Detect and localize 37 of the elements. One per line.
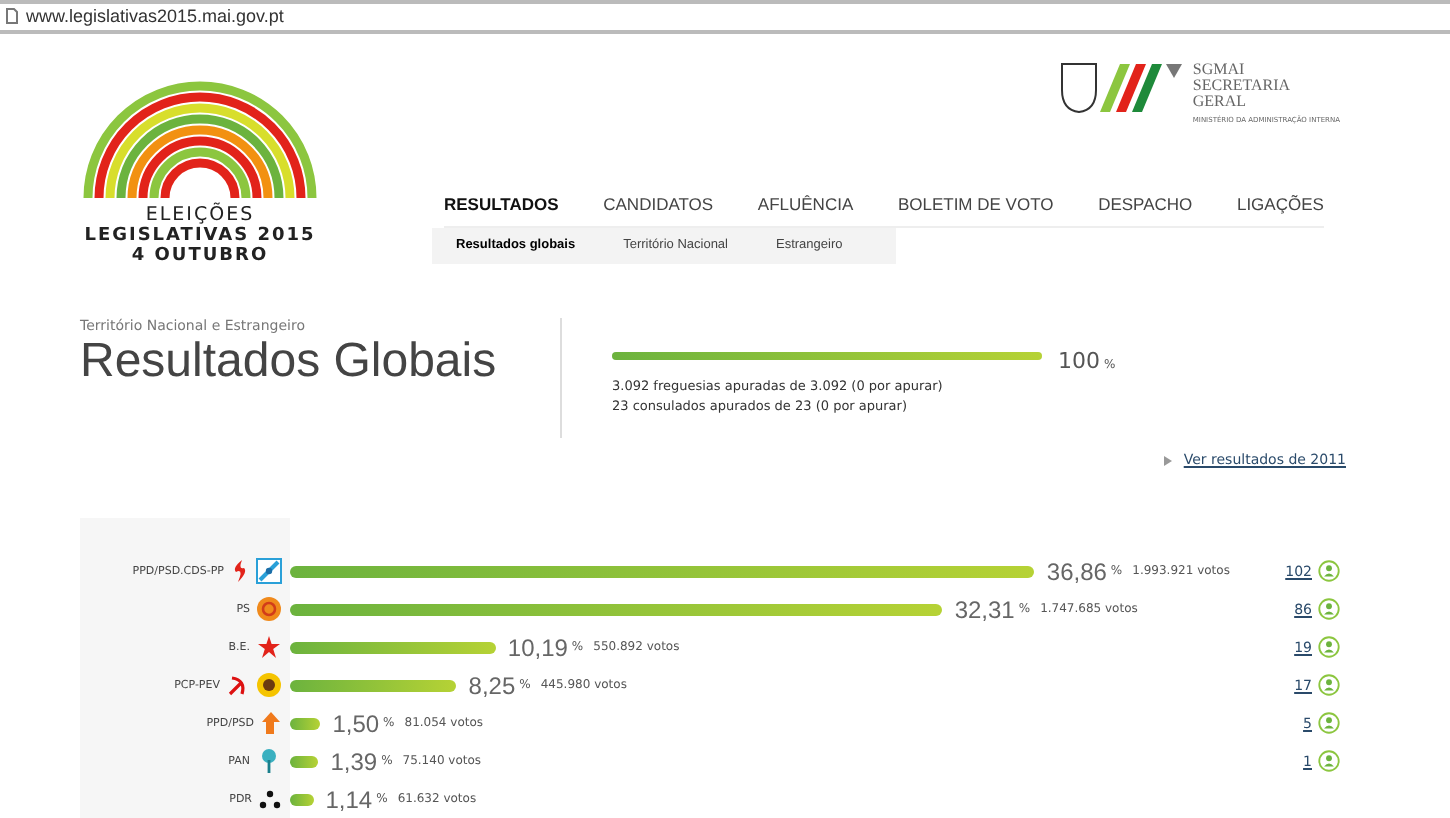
percent-value: 36,86 <box>1046 557 1107 585</box>
person-icon <box>1318 712 1340 734</box>
nav-tab[interactable]: AFLUÊNCIA <box>757 193 854 214</box>
sunflower-icon <box>256 672 282 698</box>
logo-date: 4 OUTUBRO <box>131 245 269 266</box>
percent-value: 8,25 <box>468 671 516 699</box>
page-icon <box>6 8 18 25</box>
person-icon <box>1318 750 1340 772</box>
tree-icon <box>256 748 282 774</box>
ministry-name: GERAL <box>1192 93 1249 110</box>
nav-tab[interactable]: CANDIDATOS <box>603 193 714 214</box>
percent-value: 10,19 <box>507 633 568 661</box>
logo-subtitle: LEGISLATIVAS 2015 <box>84 225 316 246</box>
star-figure-icon <box>256 634 282 660</box>
url-text[interactable]: www.legislativas2015.mai.gov.pt <box>26 6 284 27</box>
arrow-up-icon <box>260 710 282 736</box>
ministry-logo-drawing <box>1060 61 1185 114</box>
nav-tab[interactable]: LIGAÇÕES <box>1236 193 1324 214</box>
nav-tab[interactable]: RESULTADOS <box>444 193 559 214</box>
person-icon <box>1318 636 1340 658</box>
page-title: Resultados Globais <box>80 333 499 390</box>
triangle-icon <box>1163 455 1172 466</box>
percent-value: 32,31 <box>954 595 1015 623</box>
ministry-name: SGMAI <box>1192 61 1247 78</box>
nav-tab[interactable]: DESPACHO <box>1098 193 1193 214</box>
ministry-name: SECRETARIA <box>1192 77 1293 94</box>
triangle-dots-icon <box>258 788 282 810</box>
percent-value: 1,39 <box>330 747 378 775</box>
person-icon <box>1318 674 1340 696</box>
nav-tab[interactable]: BOLETIM DE VOTO <box>897 193 1054 214</box>
flame-icon <box>230 558 250 584</box>
person-icon <box>1318 560 1340 582</box>
progress-value: 100 <box>1058 347 1100 374</box>
logo-title: ELEIÇÕES <box>145 205 255 226</box>
percent-value: 1,50 <box>332 709 380 737</box>
person-icon <box>1318 598 1340 620</box>
percent-value: 1,14 <box>325 785 373 813</box>
